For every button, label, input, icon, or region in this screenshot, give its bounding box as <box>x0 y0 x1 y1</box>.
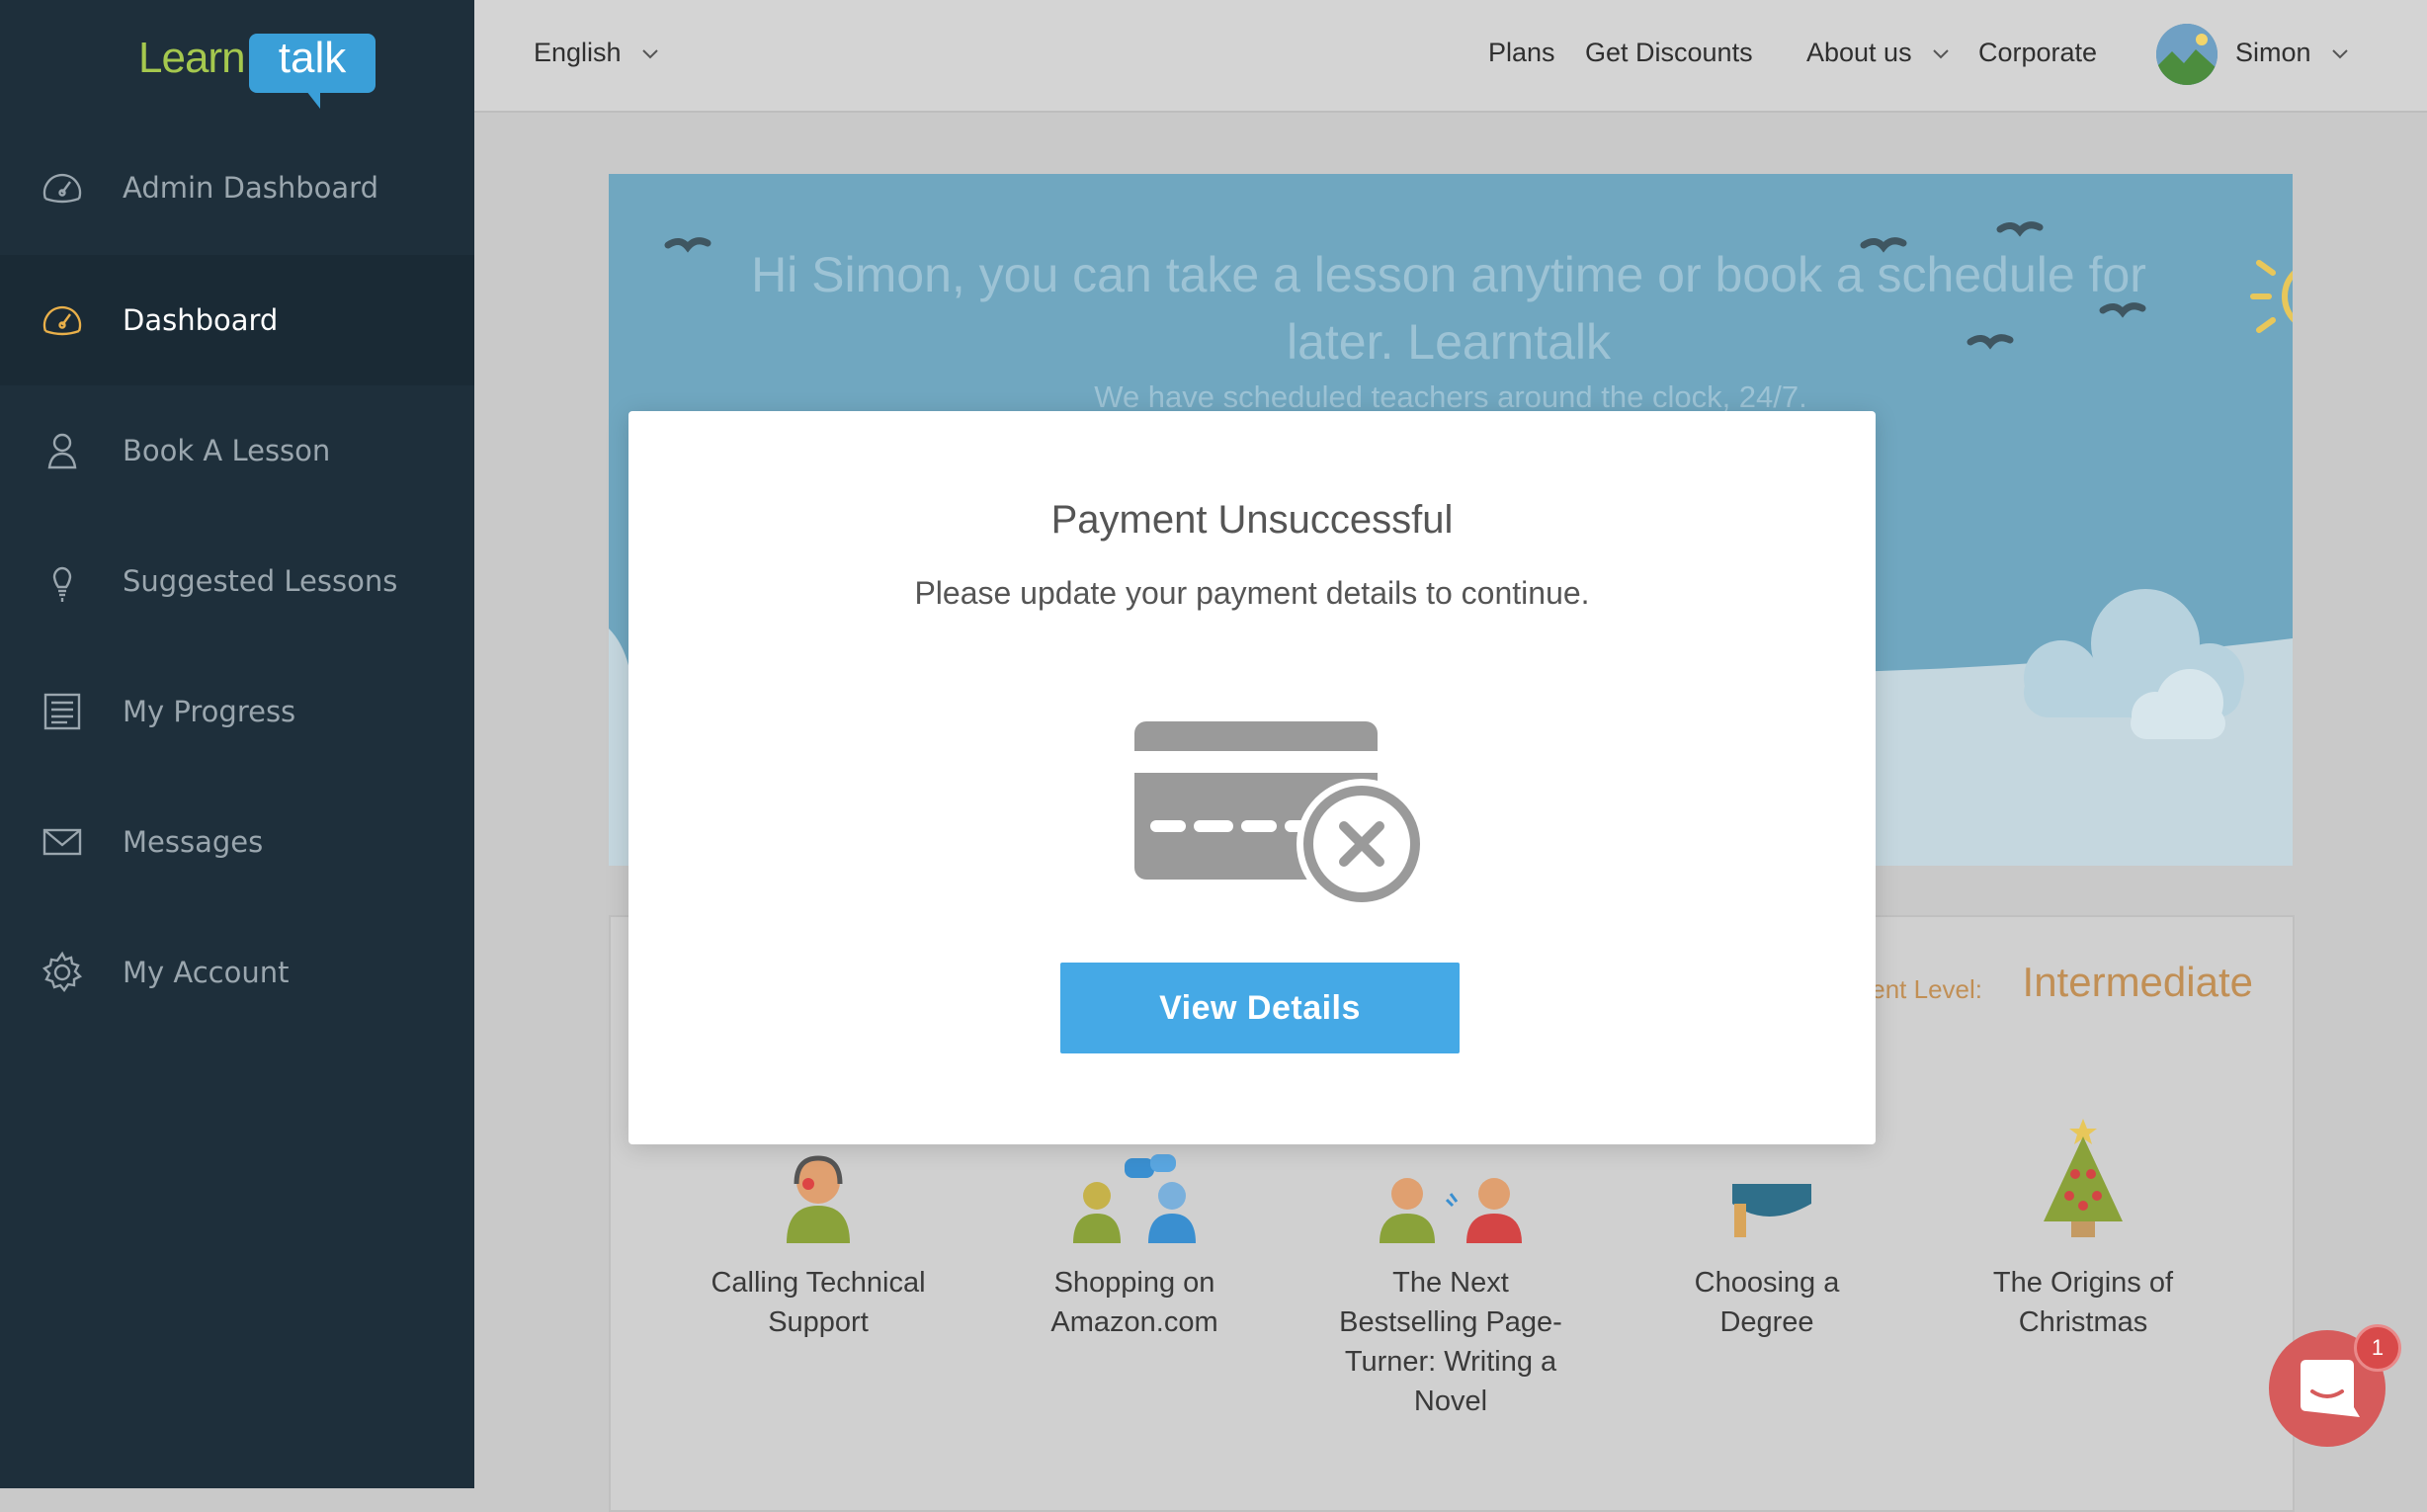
view-details-button[interactable]: View Details <box>1060 963 1460 1053</box>
lesson-title: Calling Technical Support <box>711 1267 926 1338</box>
writers-icon <box>1380 1178 1522 1243</box>
unread-count-badge: 1 <box>2354 1324 2401 1372</box>
envelope-icon <box>42 828 82 856</box>
about-us-label: About us <box>1806 38 1912 67</box>
lesson-title: Choosing a Degree <box>1694 1267 1840 1338</box>
learntalk-logo[interactable]: Learn talk <box>138 28 376 109</box>
sidebar-item-label: Dashboard <box>123 303 279 337</box>
gauge-icon <box>42 305 82 336</box>
sidebar-item-my-progress[interactable]: My Progress <box>0 646 474 777</box>
sidebar-item-my-account[interactable]: My Account <box>0 907 474 1038</box>
lesson-title: The Next Bestselling Page-Turner: Writin… <box>1339 1267 1562 1417</box>
sidebar-item-admin-dashboard[interactable]: Admin Dashboard <box>0 123 474 253</box>
user-menu[interactable]: Simon <box>2235 38 2348 68</box>
sidebar: Learn talk Admin Dashboard Dashboard Boo… <box>0 0 474 1488</box>
bird-icon <box>1996 221 2044 237</box>
lesson-card[interactable]: The Next Bestselling Page-Turner: Writin… <box>1332 1144 1569 1421</box>
support-agent-icon <box>787 1155 850 1243</box>
bird-icon <box>664 237 711 253</box>
sidebar-item-label: My Progress <box>123 695 296 728</box>
gear-icon <box>42 951 83 993</box>
dialog-title: Payment Unsuccessful <box>1050 498 1454 542</box>
chevron-down-icon <box>2332 49 2348 59</box>
lightbulb-icon <box>52 566 72 602</box>
sidebar-item-label: Suggested Lessons <box>123 564 398 598</box>
sidebar-item-label: Book A Lesson <box>123 434 331 467</box>
lesson-card[interactable]: Calling Technical Support <box>700 1144 937 1342</box>
level-label: ent Level: <box>1871 974 1982 1004</box>
chevron-down-icon <box>1933 49 1949 59</box>
banner-subtitle: We have scheduled teachers around the cl… <box>1094 379 1807 414</box>
avatar[interactable] <box>2156 24 2218 85</box>
logo-speech-bubble: talk <box>249 34 376 109</box>
level-value: Intermediate <box>2022 959 2253 1005</box>
christmas-tree-icon <box>2044 1119 2123 1237</box>
logo-learn-text: Learn <box>138 34 246 82</box>
lesson-card[interactable]: The Origins of Christmas <box>1965 1119 2202 1342</box>
avatar-image <box>2156 24 2218 85</box>
banner-title: Hi Simon, you can take a lesson anytime … <box>751 247 2146 370</box>
user-name: Simon <box>2235 38 2311 67</box>
conversation-icon <box>1073 1154 1196 1243</box>
sidebar-item-dashboard[interactable]: Dashboard <box>0 255 474 385</box>
sidebar-item-label: My Account <box>123 956 290 989</box>
sidebar-item-suggested-lessons[interactable]: Suggested Lessons <box>0 516 474 646</box>
logo-talk-text: talk <box>278 34 347 82</box>
chevron-down-icon <box>642 49 658 59</box>
sidebar-item-book-a-lesson[interactable]: Book A Lesson <box>0 385 474 516</box>
sidebar-item-label: Messages <box>123 825 264 859</box>
sidebar-item-label: Admin Dashboard <box>123 171 378 205</box>
card-declined-icon <box>1134 721 1427 909</box>
payment-unsuccessful-dialog: Payment Unsuccessful Please update your … <box>628 411 1876 1144</box>
lesson-card[interactable]: Shopping on Amazon.com <box>1016 1144 1253 1342</box>
document-icon <box>43 693 81 730</box>
about-us-menu[interactable]: About us <box>1806 38 1949 68</box>
plans-link[interactable]: Plans <box>1488 38 1555 68</box>
language-selector[interactable]: English <box>534 38 658 68</box>
lesson-title: Shopping on Amazon.com <box>1050 1267 1218 1338</box>
top-navigation-bar: English Plans Get Discounts About us Cor… <box>474 0 2427 113</box>
lesson-title: The Origins of Christmas <box>1992 1267 2174 1338</box>
lesson-card[interactable]: Choosing a Degree <box>1648 1144 1885 1342</box>
graduation-cap-icon <box>1732 1184 1811 1237</box>
person-icon <box>47 433 77 469</box>
language-label: English <box>534 38 622 67</box>
get-discounts-link[interactable]: Get Discounts <box>1585 38 1753 68</box>
gauge-icon <box>42 173 82 204</box>
corporate-link[interactable]: Corporate <box>1978 38 2097 68</box>
dialog-message: Please update your payment details to co… <box>914 575 1590 611</box>
sidebar-item-messages[interactable]: Messages <box>0 777 474 907</box>
